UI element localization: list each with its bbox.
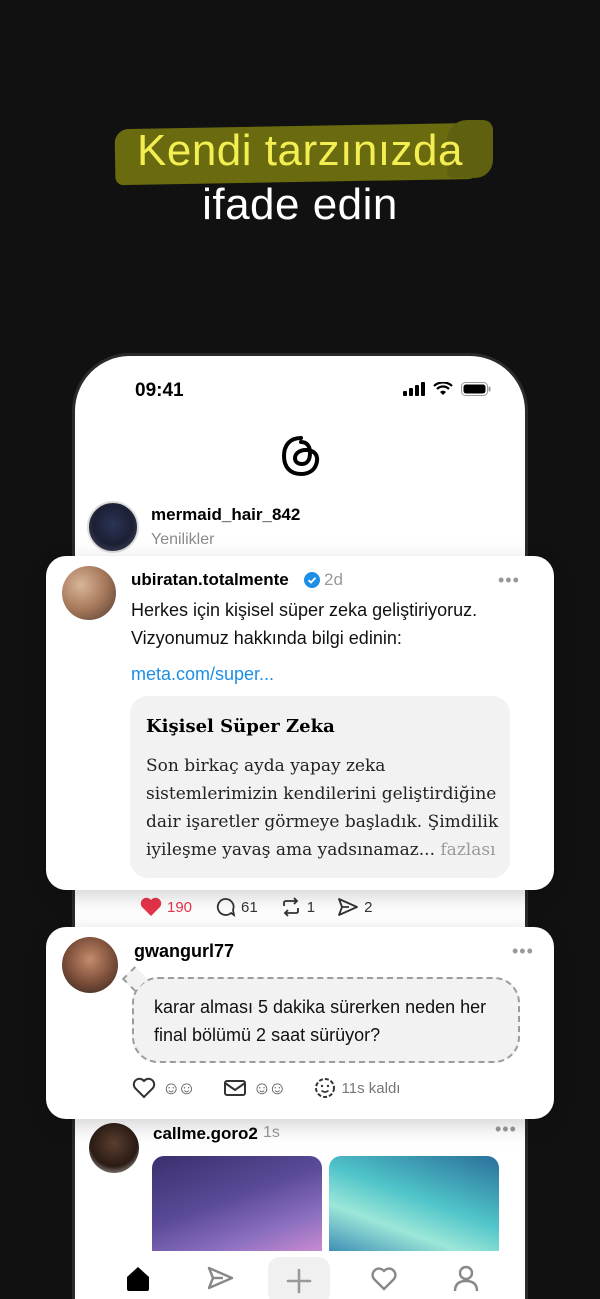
post-card[interactable]: gwangurl77 ••• karar alması 5 dakika sür… — [46, 927, 554, 1119]
username[interactable]: mermaid_hair_842 — [151, 505, 300, 525]
subtitle: Yenilikler — [151, 531, 215, 548]
share-count: 2 — [364, 898, 373, 916]
more-options-icon[interactable]: ••• — [495, 1119, 517, 1140]
timer-text: 11s kaldı — [341, 1079, 401, 1097]
username[interactable]: ubiratan.totalmente — [131, 570, 289, 590]
preview-title: Kişisel Süper Zeka — [146, 716, 335, 737]
heart-icon — [132, 1077, 156, 1099]
status-icons — [403, 382, 491, 396]
repost-icon — [282, 897, 299, 917]
avatar[interactable] — [62, 566, 116, 620]
username[interactable]: gwangurl77 — [134, 941, 234, 962]
comment-icon — [216, 898, 236, 917]
share-button[interactable]: 2 — [337, 897, 372, 917]
headline: Kendi tarzınızda ifade edin — [0, 118, 600, 228]
heart-filled-icon — [140, 897, 162, 916]
bubble-tail — [121, 966, 148, 992]
like-count: 190 — [167, 898, 193, 916]
reaction-emoji-icon[interactable]: ☺☺ — [162, 1078, 196, 1099]
send-icon[interactable] — [205, 1263, 235, 1293]
timer: 11s kaldı — [314, 1077, 401, 1099]
battery-icon — [461, 382, 491, 396]
repost-button[interactable]: 1 — [280, 897, 315, 917]
message-button[interactable]: ☺☺ — [223, 1078, 287, 1099]
avatar[interactable] — [62, 937, 118, 993]
like-button[interactable]: ☺☺ — [132, 1077, 196, 1099]
headline-line2: ifade edin — [202, 180, 398, 229]
mail-icon — [223, 1080, 246, 1096]
reply-button[interactable]: 61 — [214, 897, 258, 917]
wifi-icon — [433, 382, 453, 395]
note-text: karar alması 5 dakika sürerken neden her… — [154, 997, 487, 1045]
post-time: 2d — [324, 570, 343, 589]
username[interactable]: callme.goro2 — [153, 1124, 258, 1144]
status-time: 09:41 — [135, 380, 184, 401]
post-link[interactable]: meta.com/super... — [131, 664, 274, 685]
headline-line1: Kendi tarzınızda — [137, 126, 463, 175]
note-bubble: karar alması 5 dakika sürerken neden her… — [121, 966, 520, 1063]
avatar[interactable] — [87, 501, 139, 553]
more-options-icon[interactable]: ••• — [512, 941, 534, 962]
plus-icon — [286, 1268, 312, 1294]
avatar[interactable] — [89, 1123, 139, 1173]
timer-face-icon — [314, 1078, 335, 1098]
post-image[interactable] — [329, 1156, 499, 1251]
threads-icon[interactable] — [279, 434, 323, 483]
post-stats: 190 61 1 2 — [140, 897, 372, 917]
post-card[interactable]: ubiratan.totalmente 2d ••• Herkes için k… — [46, 556, 554, 890]
repost-count: 1 — [306, 898, 316, 916]
tab-bar — [75, 1251, 525, 1299]
link-preview[interactable]: Kişisel Süper Zeka Son birkaç ayda yapay… — [130, 696, 510, 878]
reply-count: 61 — [241, 898, 258, 916]
home-icon[interactable] — [123, 1263, 153, 1293]
note-actions: ☺☺ ☺☺ 11s kaldı — [132, 1077, 400, 1099]
read-more-link[interactable]: fazlası — [440, 840, 495, 860]
post-text: Herkes için kişisel süper zeka geliştiri… — [131, 600, 478, 648]
new-post-button[interactable] — [268, 1257, 330, 1299]
heart-icon[interactable] — [369, 1263, 399, 1293]
like-button[interactable]: 190 — [140, 897, 192, 917]
post-image[interactable] — [152, 1156, 322, 1251]
more-options-icon[interactable]: ••• — [498, 570, 520, 591]
post-time: 1s — [263, 1124, 280, 1141]
profile-icon[interactable] — [451, 1263, 481, 1293]
reaction-emoji-icon[interactable]: ☺☺ — [253, 1078, 287, 1099]
send-icon — [338, 898, 358, 916]
signal-icon — [403, 382, 425, 396]
preview-body: Son birkaç ayda yapay zeka sistemlerimiz… — [146, 752, 502, 864]
verified-badge-icon — [304, 572, 320, 588]
